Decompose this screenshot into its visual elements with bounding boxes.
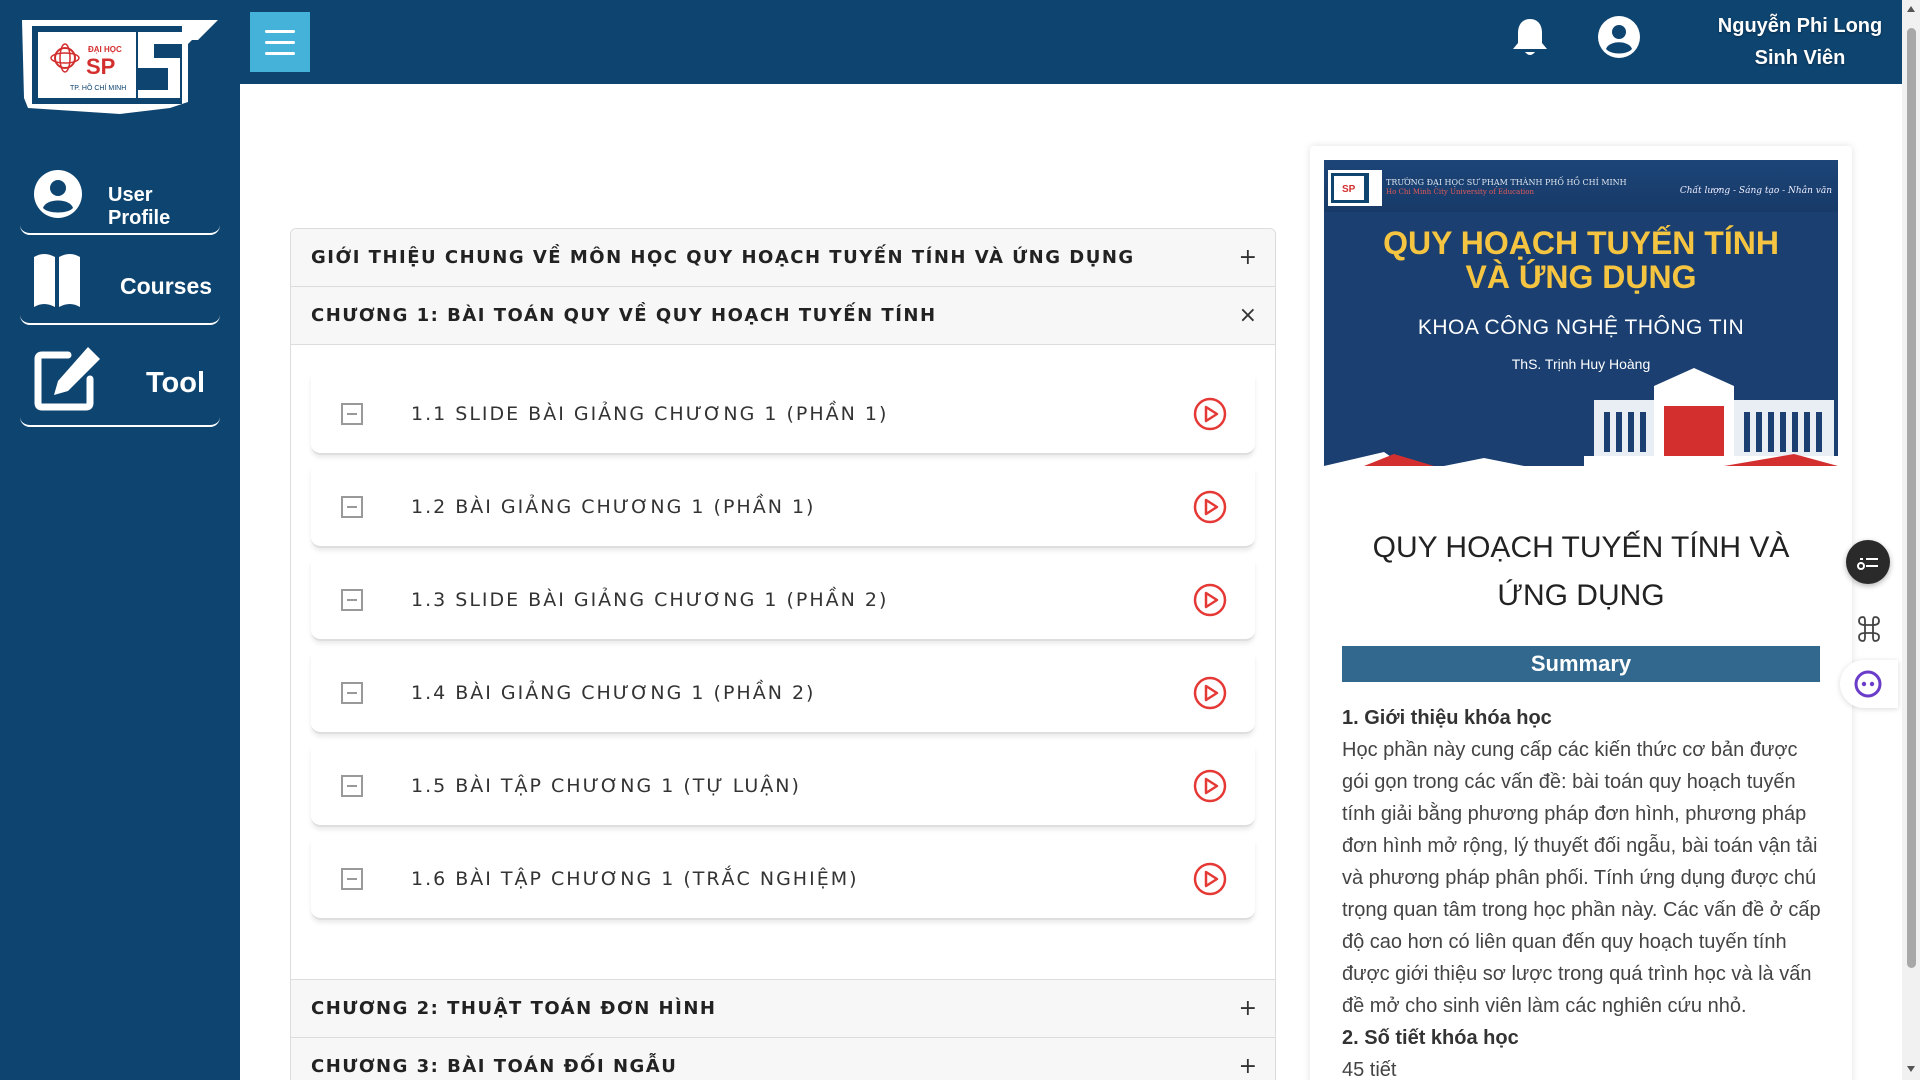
sidebar-item-tool[interactable]: Tool — [20, 335, 220, 427]
lesson-title: 1.1 SLIDE BÀI GIẢNG CHƯƠNG 1 (PHẦN 1) — [411, 403, 889, 425]
sidebar-item-label: User Profile — [108, 184, 171, 229]
lesson-title: 1.4 BÀI GIẢNG CHƯƠNG 1 (PHẦN 2) — [411, 682, 816, 704]
collapse-close-icon[interactable]: × — [1239, 303, 1257, 328]
summary-intro-text: Học phần này cung cấp các kiến thức cơ b… — [1342, 739, 1821, 1017]
banner-slogan: Chất lượng - Sáng tạo - Nhân văn — [1679, 186, 1832, 196]
user-role: Sinh Viên — [1754, 47, 1846, 69]
summary-heading-hours: 2. Số tiết khóa học — [1342, 1027, 1519, 1049]
lesson-title: 1.3 SLIDE BÀI GIẢNG CHƯƠNG 1 (PHẦN 2) — [411, 589, 889, 611]
lesson-item[interactable]: 1.3 SLIDE BÀI GIẢNG CHƯƠNG 1 (PHẦN 2) — [311, 561, 1255, 641]
university-logo[interactable]: ĐẠI HỌC SP TP. HỒ CHÍ MINH — [20, 18, 220, 116]
play-circle-icon[interactable] — [1193, 676, 1227, 710]
course-accordion: GIỚI THIỆU CHUNG VỀ MÔN HỌC QUY HOẠCH TU… — [290, 228, 1276, 1080]
play-circle-icon[interactable] — [1193, 490, 1227, 524]
banner-building-illustration — [1324, 368, 1838, 466]
banner-title-line-2: VÀ ỨNG DỤNG — [1465, 259, 1697, 295]
user-name: Nguyễn Phi Long — [1717, 15, 1883, 37]
play-circle-icon[interactable] — [1193, 862, 1227, 896]
course-banner-image: SP TRƯỜNG ĐẠI HỌC SƯ PHẠM THÀNH PHỐ HỒ C… — [1324, 160, 1838, 466]
banner-faculty: KHOA CÔNG NGHỆ THÔNG TIN — [1417, 316, 1745, 339]
lesson-title: 1.6 BÀI TẬP CHƯƠNG 1 (TRẮC NGHIỆM) — [411, 868, 859, 890]
expand-plus-icon[interactable]: + — [1239, 1054, 1257, 1079]
lesson-checkbox[interactable] — [341, 496, 363, 518]
logo-text-1: ĐẠI HỌC — [88, 45, 122, 54]
accordion-section-title: CHƯƠNG 3: BÀI TOÁN ĐỐI NGẪU — [311, 1056, 678, 1077]
course-summary: 1. Giới thiệu khóa học Học phần này cung… — [1342, 702, 1822, 1080]
sidebar-item-label: Courses — [120, 273, 213, 299]
lesson-checkbox[interactable] — [341, 775, 363, 797]
list-settings-icon — [1857, 558, 1878, 570]
lesson-item[interactable]: 1.2 BÀI GIẢNG CHƯƠNG 1 (PHẦN 1) — [311, 468, 1255, 548]
hamburger-menu-button[interactable] — [250, 12, 310, 72]
lesson-checkbox[interactable] — [341, 868, 363, 890]
user-info[interactable]: Nguyễn Phi Long Sinh Viên — [1680, 10, 1920, 74]
edit-icon — [34, 347, 100, 411]
accordion-section-title: CHƯƠNG 2: THUẬT TOÁN ĐƠN HÌNH — [311, 998, 717, 1019]
sidebar-item-label: Tool — [146, 367, 206, 399]
hamburger-icon-bar — [265, 40, 295, 44]
top-header: Nguyễn Phi Long Sinh Viên — [240, 0, 1902, 84]
play-circle-icon[interactable] — [1193, 397, 1227, 431]
hamburger-icon — [265, 29, 295, 33]
hamburger-icon-bar — [265, 51, 295, 55]
accordion-section-chapter-2[interactable]: CHƯƠNG 2: THUẬT TOÁN ĐƠN HÌNH + — [291, 980, 1275, 1038]
accordion-section-intro[interactable]: GIỚI THIỆU CHUNG VỀ MÔN HỌC QUY HOẠCH TU… — [291, 229, 1275, 287]
scroll-thumb[interactable] — [1907, 28, 1916, 968]
lesson-checkbox[interactable] — [341, 589, 363, 611]
scroll-up-arrow-icon[interactable] — [1907, 6, 1915, 12]
bell-icon[interactable] — [1510, 16, 1550, 58]
lesson-item[interactable]: 1.5 BÀI TẬP CHƯƠNG 1 (TỰ LUẬN) — [311, 747, 1255, 827]
accordion-section-title: CHƯƠNG 1: BÀI TOÁN QUY VỀ QUY HOẠCH TUYẾ… — [311, 305, 937, 326]
lesson-checkbox[interactable] — [341, 403, 363, 425]
assistant-face-icon — [1854, 670, 1882, 698]
summary-header: Summary — [1342, 646, 1820, 682]
lesson-title: 1.5 BÀI TẬP CHƯƠNG 1 (TỰ LUẬN) — [411, 775, 801, 797]
sidebar-item-courses[interactable]: Courses — [20, 245, 220, 325]
book-icon — [34, 254, 80, 307]
banner-title: QUY HOẠCH TUYẾN TÍNH VÀ ỨNG DỤNG — [1324, 226, 1838, 294]
expand-plus-icon[interactable]: + — [1239, 245, 1257, 270]
command-key-icon[interactable] — [1854, 614, 1884, 644]
banner-title-line-1: QUY HOẠCH TUYẾN TÍNH — [1383, 225, 1779, 261]
accordion-section-title: GIỚI THIỆU CHUNG VỀ MÔN HỌC QUY HOẠCH TU… — [311, 247, 1135, 268]
course-info-card: SP TRƯỜNG ĐẠI HỌC SƯ PHẠM THÀNH PHỐ HỒ C… — [1310, 146, 1852, 1080]
course-title: QUY HOẠCH TUYẾN TÍNH VÀ ỨNG DỤNG — [1372, 531, 1790, 612]
play-circle-icon[interactable] — [1193, 583, 1227, 617]
page-scrollbar[interactable] — [1902, 0, 1920, 1080]
lesson-title: 1.2 BÀI GIẢNG CHƯƠNG 1 (PHẦN 1) — [411, 496, 816, 518]
lesson-item[interactable]: 1.6 BÀI TẬP CHƯƠNG 1 (TRẮC NGHIỆM) — [311, 840, 1255, 920]
assistant-widget-button[interactable] — [1840, 660, 1898, 708]
summary-hours-text: 45 tiết — [1342, 1059, 1397, 1080]
lesson-item[interactable]: 1.1 SLIDE BÀI GIẢNG CHƯƠNG 1 (PHẦN 1) — [311, 375, 1255, 455]
floating-tool-button[interactable] — [1846, 540, 1890, 584]
play-circle-icon[interactable] — [1193, 769, 1227, 803]
chapter-1-lesson-list: 1.1 SLIDE BÀI GIẢNG CHƯƠNG 1 (PHẦN 1) 1.… — [291, 345, 1275, 980]
sidebar-item-user-profile[interactable]: User Profile — [20, 160, 220, 235]
user-avatar-icon[interactable] — [1598, 16, 1640, 58]
accordion-section-chapter-3[interactable]: CHƯƠNG 3: BÀI TOÁN ĐỐI NGẪU + — [291, 1038, 1275, 1080]
accordion-section-chapter-1[interactable]: CHƯƠNG 1: BÀI TOÁN QUY VỀ QUY HOẠCH TUYẾ… — [291, 287, 1275, 345]
user-circle-icon — [34, 170, 82, 218]
banner-logo: SP — [1328, 170, 1382, 206]
expand-plus-icon[interactable]: + — [1239, 996, 1257, 1021]
lesson-item[interactable]: 1.4 BÀI GIẢNG CHƯƠNG 1 (PHẦN 2) — [311, 654, 1255, 734]
lesson-checkbox[interactable] — [341, 682, 363, 704]
banner-school-name-en: Ho Chi Minh City University of Education — [1386, 188, 1535, 196]
scroll-down-arrow-icon[interactable] — [1907, 1066, 1915, 1072]
summary-heading-intro: 1. Giới thiệu khóa học — [1342, 707, 1552, 729]
sidebar: ĐẠI HỌC SP TP. HỒ CHÍ MINH User Profile … — [0, 0, 240, 1080]
logo-text-2: SP — [86, 54, 115, 79]
svg-text:SP: SP — [1342, 184, 1356, 195]
banner-school-name: TRƯỜNG ĐẠI HỌC SƯ PHẠM THÀNH PHỐ HỒ CHÍ … — [1386, 178, 1627, 187]
